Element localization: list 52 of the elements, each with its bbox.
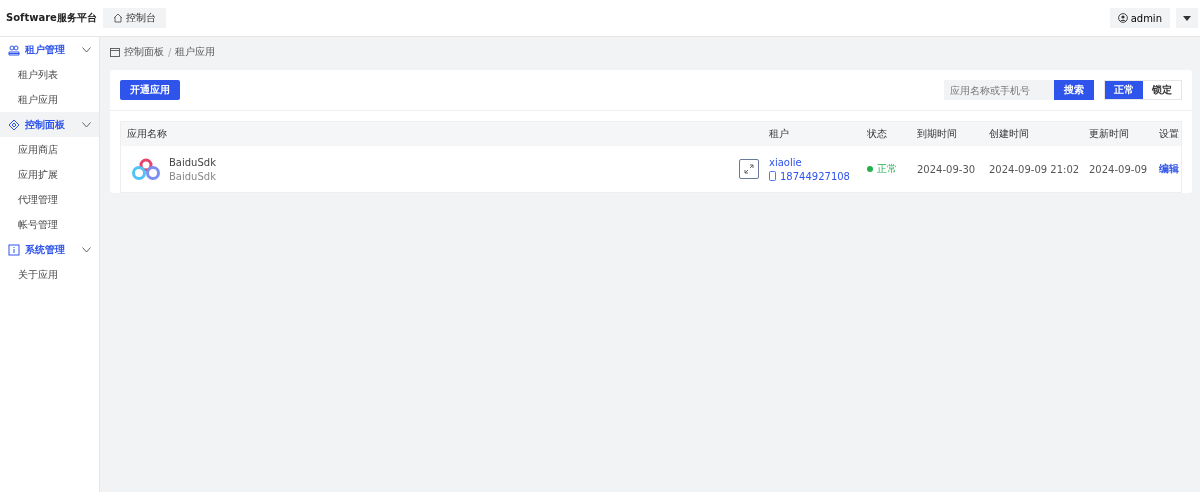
column-header: 应用名称 xyxy=(127,127,168,141)
sidebar-item[interactable]: 租户列表 xyxy=(0,62,99,87)
search-field[interactable]: 应用名称或手机号 xyxy=(944,80,1054,100)
sidebar-item[interactable]: 租户应用 xyxy=(0,87,99,112)
table-cell-text: 2024-09-09 xyxy=(1089,163,1149,175)
chevron-icon xyxy=(82,46,91,53)
table-cell-text: 2024-09-09 21:02 xyxy=(989,163,1081,175)
column-header: 到期时间 xyxy=(917,127,958,141)
sidebar-group[interactable]: 租户管理 xyxy=(0,37,99,62)
brand-title: Software服务平台 xyxy=(6,11,97,25)
expand-button[interactable] xyxy=(739,159,759,179)
chevron-icon xyxy=(82,246,91,253)
user-icon xyxy=(1117,13,1128,23)
column-header: 租户 xyxy=(769,127,790,141)
status-dot xyxy=(867,166,873,172)
app-name: BaiduSdk xyxy=(169,156,216,168)
sidebar-group[interactable]: 控制面板 xyxy=(0,112,99,137)
home-tab[interactable]: 控制台 xyxy=(102,8,166,28)
sidebar-item[interactable]: 关于应用 xyxy=(0,262,99,287)
home-icon xyxy=(112,13,123,23)
info-icon xyxy=(8,243,20,256)
breadcrumb-separator: / xyxy=(168,46,172,58)
breadcrumb-link[interactable]: 控制面板 xyxy=(124,45,164,59)
status-text: 正常 xyxy=(877,162,897,176)
sidebar-item[interactable]: 帐号管理 xyxy=(0,212,99,237)
panel-icon xyxy=(110,47,120,57)
app-subtitle: BaiduSdk xyxy=(169,170,216,182)
expand-icon xyxy=(744,164,754,174)
tenant-link[interactable]: xiaolie xyxy=(769,156,867,168)
column-header: 创建时间 xyxy=(989,127,1030,141)
phone-icon xyxy=(769,171,776,181)
phone-number: 18744927108 xyxy=(780,170,850,182)
user-button[interactable]: admin xyxy=(1109,8,1170,28)
table-cell-text: 2024-09-30 xyxy=(917,163,977,175)
column-header: 设置 xyxy=(1159,127,1180,141)
dropdown-button[interactable] xyxy=(1176,8,1198,28)
sidebar-item[interactable]: 应用扩展 xyxy=(0,162,99,187)
cloud-logo-icon xyxy=(131,157,161,181)
sidebar-item[interactable]: 应用商店 xyxy=(0,137,99,162)
sidebar-item[interactable]: 代理管理 xyxy=(0,187,99,212)
caret-icon xyxy=(1183,15,1191,21)
sidebar-group[interactable]: 系统管理 xyxy=(0,237,99,262)
breadcrumb-link[interactable]: 租户应用 xyxy=(175,45,216,59)
status-filter-tab[interactable]: 正常 xyxy=(1105,81,1143,99)
diamond-icon xyxy=(8,118,20,131)
users-icon xyxy=(8,43,20,56)
search-button[interactable]: 搜索 xyxy=(1054,80,1094,100)
edit-link[interactable]: 编辑 xyxy=(1159,162,1181,176)
column-header: 状态 xyxy=(867,127,888,141)
create-app-button[interactable]: 开通应用 xyxy=(120,80,180,100)
column-header: 更新时间 xyxy=(1089,127,1130,141)
chevron-icon xyxy=(82,121,91,128)
